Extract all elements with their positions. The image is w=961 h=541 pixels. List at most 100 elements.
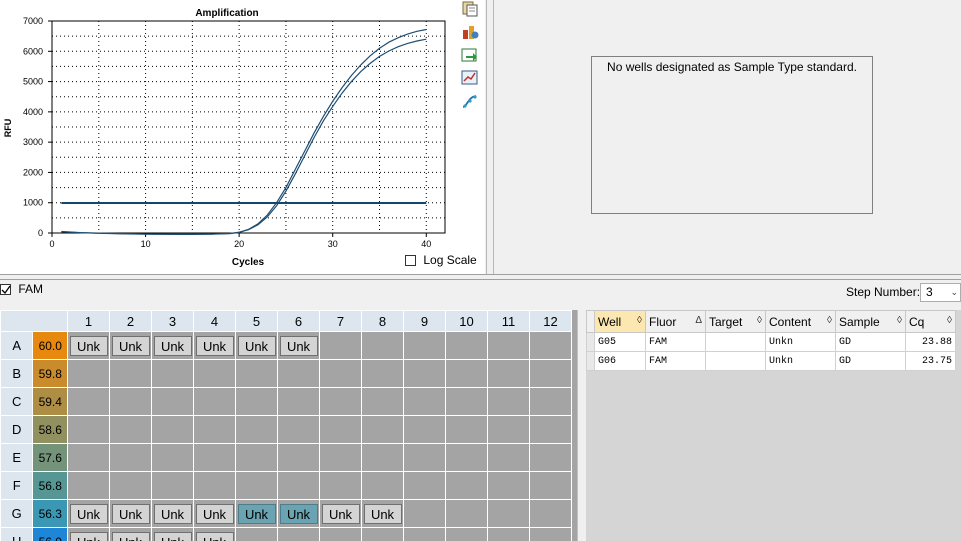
vertical-splitter[interactable] (486, 0, 494, 274)
well-E7[interactable] (319, 443, 362, 472)
results-row[interactable]: G06 FAM Unkn GD 23.75 (586, 351, 956, 371)
well-D4[interactable] (193, 415, 236, 444)
sort-icon[interactable]: ◊ (827, 315, 832, 326)
well-E10[interactable] (445, 443, 488, 472)
well-B12[interactable] (529, 359, 572, 388)
well-D8[interactable] (361, 415, 404, 444)
well-C8[interactable] (361, 387, 404, 416)
well-C5[interactable] (235, 387, 278, 416)
well-G6[interactable]: Unk (277, 499, 320, 528)
results-header-cq[interactable]: Cq ◊ (905, 310, 956, 333)
well-F10[interactable] (445, 471, 488, 500)
well-C3[interactable] (151, 387, 194, 416)
row-header-A[interactable]: A (0, 331, 34, 360)
results-header-content[interactable]: Content ◊ (765, 310, 836, 333)
well-B7[interactable] (319, 359, 362, 388)
well-F9[interactable] (403, 471, 446, 500)
row-header-H[interactable]: H (0, 527, 34, 541)
results-cell[interactable]: G06 (594, 351, 646, 371)
well-H4[interactable]: Unk (193, 527, 236, 541)
well-F5[interactable] (235, 471, 278, 500)
well-D10[interactable] (445, 415, 488, 444)
well-F3[interactable] (151, 471, 194, 500)
well-A8[interactable] (361, 331, 404, 360)
results-header-sample[interactable]: Sample ◊ (835, 310, 906, 333)
well-G8[interactable]: Unk (361, 499, 404, 528)
well-H3[interactable]: Unk (151, 527, 194, 541)
results-cell[interactable]: FAM (645, 332, 706, 352)
well-D2[interactable] (109, 415, 152, 444)
well-G3[interactable]: Unk (151, 499, 194, 528)
well-A2[interactable]: Unk (109, 331, 152, 360)
well-C10[interactable] (445, 387, 488, 416)
well-G10[interactable] (445, 499, 488, 528)
sort-icon[interactable]: ◊ (637, 315, 642, 326)
well-B6[interactable] (277, 359, 320, 388)
row-header-B[interactable]: B (0, 359, 34, 388)
well-A6[interactable]: Unk (277, 331, 320, 360)
chart-settings-icon[interactable] (461, 24, 479, 40)
column-header-1[interactable]: 1 (67, 310, 110, 332)
well-D11[interactable] (487, 415, 530, 444)
well-F2[interactable] (109, 471, 152, 500)
zoom-chart-icon[interactable] (461, 70, 479, 86)
well-H9[interactable] (403, 527, 446, 541)
column-header-10[interactable]: 10 (445, 310, 488, 332)
plate-corner[interactable] (0, 310, 68, 332)
curve-fit-icon[interactable] (461, 93, 479, 109)
row-selector[interactable] (586, 332, 595, 352)
well-H7[interactable] (319, 527, 362, 541)
fam-checkbox[interactable] (0, 284, 11, 296)
results-cell[interactable]: GD (835, 332, 906, 352)
well-B3[interactable] (151, 359, 194, 388)
well-F11[interactable] (487, 471, 530, 500)
well-C1[interactable] (67, 387, 110, 416)
well-G11[interactable] (487, 499, 530, 528)
well-E4[interactable] (193, 443, 236, 472)
well-B8[interactable] (361, 359, 404, 388)
log-scale-toggle[interactable]: Log Scale (405, 253, 477, 267)
well-G4[interactable]: Unk (193, 499, 236, 528)
row-header-D[interactable]: D (0, 415, 34, 444)
well-H10[interactable] (445, 527, 488, 541)
well-B5[interactable] (235, 359, 278, 388)
well-C11[interactable] (487, 387, 530, 416)
results-cell[interactable] (705, 332, 766, 352)
well-A11[interactable] (487, 331, 530, 360)
row-selector[interactable] (586, 351, 595, 371)
results-cell[interactable]: G05 (594, 332, 646, 352)
well-C12[interactable] (529, 387, 572, 416)
well-H12[interactable] (529, 527, 572, 541)
column-header-2[interactable]: 2 (109, 310, 152, 332)
well-D9[interactable] (403, 415, 446, 444)
results-header-well[interactable]: Well ◊ (594, 310, 646, 333)
well-C6[interactable] (277, 387, 320, 416)
well-G1[interactable]: Unk (67, 499, 110, 528)
sort-icon[interactable]: Δ (695, 315, 702, 326)
well-A4[interactable]: Unk (193, 331, 236, 360)
well-E12[interactable] (529, 443, 572, 472)
well-H2[interactable]: Unk (109, 527, 152, 541)
sort-icon[interactable]: ◊ (757, 315, 762, 326)
grid-splitter[interactable] (577, 310, 586, 541)
well-D5[interactable] (235, 415, 278, 444)
well-A9[interactable] (403, 331, 446, 360)
column-header-5[interactable]: 5 (235, 310, 278, 332)
well-C9[interactable] (403, 387, 446, 416)
well-E6[interactable] (277, 443, 320, 472)
column-header-6[interactable]: 6 (277, 310, 320, 332)
well-G9[interactable] (403, 499, 446, 528)
well-B4[interactable] (193, 359, 236, 388)
fluor-filter[interactable]: FAM (0, 282, 43, 296)
copy-icon[interactable] (461, 1, 479, 17)
well-F4[interactable] (193, 471, 236, 500)
sort-icon[interactable]: ◊ (947, 315, 952, 326)
well-B11[interactable] (487, 359, 530, 388)
well-E9[interactable] (403, 443, 446, 472)
well-D7[interactable] (319, 415, 362, 444)
well-D3[interactable] (151, 415, 194, 444)
well-A5[interactable]: Unk (235, 331, 278, 360)
well-D6[interactable] (277, 415, 320, 444)
well-E2[interactable] (109, 443, 152, 472)
well-G5[interactable]: Unk (235, 499, 278, 528)
